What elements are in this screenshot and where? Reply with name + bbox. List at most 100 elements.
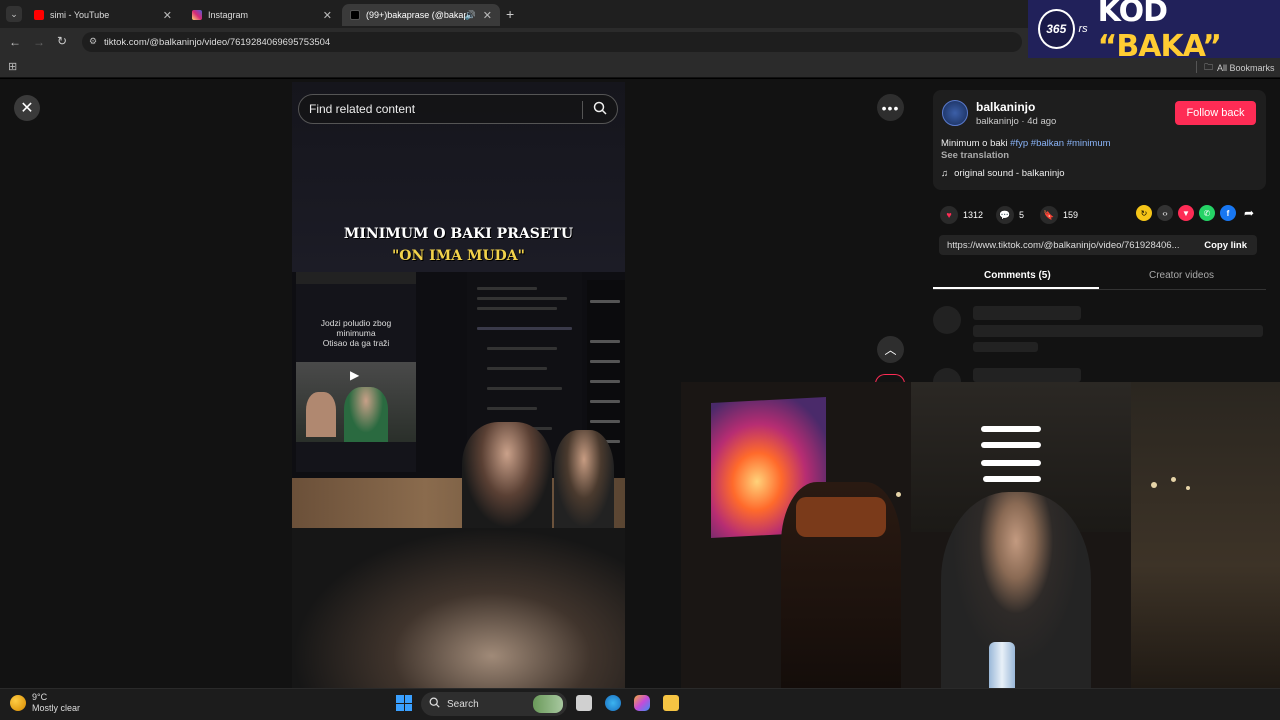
author-subline: balkaninjo · 4d ago (976, 116, 1056, 127)
divider (582, 101, 583, 119)
tab-creator-videos[interactable]: Creator videos (1149, 270, 1214, 281)
webcam-room (1131, 382, 1280, 688)
close-video-button[interactable]: ✕ (14, 95, 40, 121)
tab-tiktok[interactable]: (99+)bakaprase (@bakapra 🔊 ✕ (342, 4, 500, 26)
repost-icon[interactable]: ↻ (1136, 205, 1152, 221)
like-stat[interactable]: ♥ 1312 (940, 206, 983, 224)
phone-video-thumbnail: ▶ (296, 362, 416, 442)
promo-quote-open: “ (1097, 29, 1118, 64)
youtube-icon (34, 10, 44, 20)
streamer (941, 492, 1091, 688)
close-icon[interactable]: ✕ (163, 9, 172, 22)
promo-suffix: rs (1078, 23, 1088, 35)
taskbar-search[interactable]: Search (421, 692, 567, 716)
chevron-up-icon: ︿ (884, 343, 897, 357)
edge-icon[interactable] (605, 695, 621, 711)
embed-icon[interactable]: ‹› (1157, 205, 1173, 221)
promo-logo: 365 (1038, 9, 1075, 49)
windows-start-icon[interactable] (396, 695, 412, 711)
hashtag-link[interactable]: #minimum (1067, 138, 1111, 149)
whatsapp-icon[interactable]: ✆ (1199, 205, 1215, 221)
close-icon: ✕ (20, 100, 34, 117)
promo-banner: 365 rs KOD “BAKA” (1028, 0, 1280, 64)
weather-temperature: 9°C (32, 692, 48, 702)
previous-video-button[interactable]: ︿ (877, 336, 904, 363)
phone-header (296, 272, 416, 284)
share-link-field[interactable]: https://www.tiktok.com/@balkaninjo/video… (939, 235, 1257, 255)
taskbar-search-label: Search (447, 698, 479, 710)
see-translation-link[interactable]: See translation (941, 150, 1009, 161)
bokeh-light (896, 492, 901, 497)
copilot-icon[interactable] (634, 695, 650, 711)
weather-widget[interactable]: 9°C Mostly clear (10, 692, 80, 714)
wall-light (981, 426, 1041, 432)
facebook-icon[interactable]: f (1220, 205, 1236, 221)
hashtag-link[interactable]: #fyp (1010, 138, 1028, 149)
share-link-url: https://www.tiktok.com/@balkaninjo/video… (947, 239, 1180, 251)
post-time: 4d ago (1027, 116, 1057, 127)
close-icon[interactable]: ✕ (483, 9, 492, 22)
close-icon[interactable]: ✕ (323, 9, 332, 22)
task-view-icon[interactable] (576, 695, 592, 711)
reload-icon[interactable]: ↻ (57, 34, 67, 48)
copy-link-button[interactable]: Copy link (1204, 240, 1247, 251)
save-count: 159 (1063, 210, 1079, 220)
bookmark-icon[interactable]: 🔖 (1040, 206, 1058, 224)
search-icon[interactable] (593, 101, 607, 118)
promo-code-word: BAKA (1116, 29, 1203, 64)
forward-icon[interactable]: → (33, 35, 45, 49)
bokeh-light (1186, 486, 1190, 490)
avatar[interactable] (942, 100, 968, 126)
tab-youtube[interactable]: simi - YouTube ✕ (26, 4, 180, 26)
share-arrow-icon[interactable]: ➦ (1241, 205, 1257, 221)
tiktok-icon (350, 10, 360, 20)
video-player[interactable]: MINIMUM O BAKI PRASETU "ON IMA MUDA" Jod… (292, 82, 625, 688)
video-caption-line2: "ON IMA MUDA" (392, 248, 525, 264)
thumbnail-person (306, 392, 336, 437)
webcam-overlay (681, 382, 1280, 688)
follow-back-button[interactable]: Follow back (1175, 101, 1256, 125)
promo-quote-close: ” (1202, 29, 1222, 64)
related-content-search[interactable]: Find related content (298, 94, 618, 124)
wall-light (981, 442, 1041, 448)
send-icon[interactable]: ▼ (1178, 205, 1194, 221)
tab-instagram[interactable]: Instagram ✕ (184, 4, 340, 26)
video-caption-line1: MINIMUM O BAKI PRASETU (343, 226, 574, 242)
new-tab-button[interactable]: + (506, 6, 514, 22)
loading-placeholder (973, 325, 1263, 337)
comment-stat[interactable]: 💬 5 (996, 206, 1024, 224)
phone-text-line: Otisao da ga traži (322, 338, 390, 348)
phone-text: Jodzi poludio zbog minimuma Otisao da ga… (296, 318, 416, 348)
active-tab-indicator (933, 287, 1099, 289)
file-explorer-icon[interactable] (663, 695, 679, 711)
phone-text-line: Jodzi poludio zbog (320, 318, 392, 328)
video-blurred-area (292, 528, 625, 688)
tab-search-button[interactable]: ⌄ (6, 6, 22, 22)
comment-icon[interactable]: 💬 (996, 206, 1014, 224)
phone-text-line: minimuma (336, 328, 376, 338)
author-name[interactable]: balkaninjo (976, 100, 1035, 114)
description-text: Minimum o baki (941, 138, 1011, 149)
hashtag-link[interactable]: #balkan (1031, 138, 1064, 149)
sound-label: original sound - balkaninjo (954, 168, 1065, 179)
loading-placeholder (973, 306, 1081, 320)
wall-light (981, 460, 1041, 466)
site-info-icon[interactable]: ⚙ (89, 36, 97, 47)
bookmarks-bar: ⊞ 🗀 All Bookmarks (0, 56, 1280, 78)
url-text: tiktok.com/@balkaninjo/video/76192840696… (104, 36, 331, 48)
back-icon[interactable]: ← (9, 35, 21, 49)
video-person (462, 422, 552, 528)
bokeh-light (1171, 477, 1176, 482)
tab-comments[interactable]: Comments (5) (984, 270, 1051, 281)
save-stat[interactable]: 🔖 159 (1040, 206, 1078, 224)
bokeh-light (1151, 482, 1157, 488)
apps-grid-icon[interactable]: ⊞ (8, 60, 17, 73)
ellipsis-icon: ••• (881, 99, 900, 116)
sound-link[interactable]: ♫ original sound - balkaninjo (941, 168, 1065, 179)
instagram-icon (192, 10, 202, 20)
speaker-icon[interactable]: 🔊 (465, 10, 476, 21)
url-field[interactable]: ⚙ tiktok.com/@balkaninjo/video/761928406… (82, 32, 1022, 52)
heart-icon[interactable]: ♥ (940, 206, 958, 224)
more-options-button[interactable]: ••• (877, 94, 904, 121)
thumbnail-person (344, 387, 388, 442)
